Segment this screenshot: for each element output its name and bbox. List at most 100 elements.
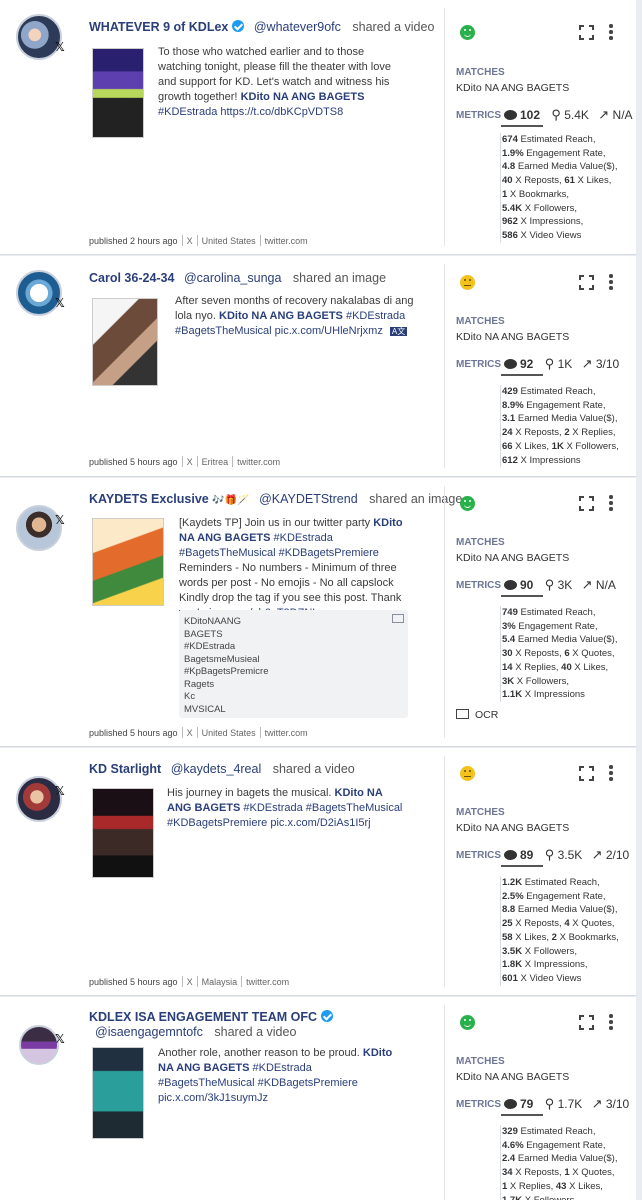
mention-card[interactable]: 𝕏 KD Starlight @kaydets_4real shared a v… bbox=[0, 748, 636, 996]
post-text: His journey in bagets the musical. KDito… bbox=[167, 787, 403, 829]
author-name[interactable]: KD Starlight bbox=[89, 762, 161, 776]
video-thumbnail[interactable] bbox=[92, 788, 154, 878]
post-action: shared an image bbox=[292, 271, 387, 285]
metric-row: 612 X Impressions bbox=[502, 454, 581, 466]
author-handle[interactable]: @whatever9ofc bbox=[254, 20, 341, 34]
matches-label: MATCHES bbox=[456, 67, 505, 78]
expand-icon[interactable] bbox=[579, 496, 594, 511]
metrics-summary: METRICS 79 ⚲ 1.7K ↗ 3/10 bbox=[456, 1096, 630, 1111]
hashtags[interactable]: #KDEstrada bbox=[158, 106, 217, 118]
neutral-sentiment-icon[interactable] bbox=[460, 275, 475, 290]
post-action: shared a video bbox=[214, 1025, 297, 1039]
metric-row: 962 X Impressions, bbox=[502, 216, 584, 228]
source-domain[interactable]: twitter.com bbox=[246, 977, 289, 987]
post-footer: published 2 hours ago X United States twitt… bbox=[89, 235, 308, 246]
mention-card[interactable]: 𝕏 WHATEVER 9 of KDLex @whatever9ofc shar… bbox=[0, 0, 636, 255]
post-content: 𝕏 KD Starlight @kaydets_4real shared a v… bbox=[0, 748, 444, 995]
published-time: published 5 hours ago bbox=[89, 977, 178, 987]
translate-icon[interactable]: A文 bbox=[389, 327, 408, 336]
trend-icon: ↗ bbox=[591, 847, 603, 862]
metric-row: 1.9% Engagement Rate, bbox=[502, 147, 606, 159]
country: Malaysia bbox=[201, 977, 238, 987]
image-thumbnail[interactable] bbox=[92, 518, 164, 606]
metrics-underline bbox=[501, 595, 543, 597]
published-time: published 5 hours ago bbox=[89, 457, 178, 467]
post-header: WHATEVER 9 of KDLex @whatever9ofc shared… bbox=[89, 20, 439, 34]
more-options-icon[interactable] bbox=[608, 764, 614, 782]
positive-sentiment-icon[interactable] bbox=[460, 496, 475, 511]
trend-icon: ↗ bbox=[581, 356, 593, 371]
positive-sentiment-icon[interactable] bbox=[460, 25, 475, 40]
source-domain[interactable]: twitter.com bbox=[237, 457, 280, 467]
author-handle[interactable]: @KAYDETStrend bbox=[259, 492, 358, 506]
mention-card[interactable]: 𝕏 KAYDETS Exclusive 🎶🎁🪄 @KAYDETStrend sh… bbox=[0, 478, 636, 747]
more-options-icon[interactable] bbox=[608, 1013, 614, 1031]
post-link[interactable]: https://t.co/dbKCpVDTS8 bbox=[220, 106, 343, 118]
post-header: Carol 36-24-34 @carolina_sunga shared an… bbox=[89, 271, 439, 285]
author-handle[interactable]: @isaengagemntofc bbox=[95, 1025, 203, 1039]
video-thumbnail[interactable] bbox=[92, 48, 144, 138]
post-link[interactable]: pic.x.com/D2iAs1I5rj bbox=[270, 817, 370, 829]
matches-value: KDito NA ANG BAGETS bbox=[456, 1071, 570, 1083]
ocr-toggle[interactable]: OCR bbox=[456, 709, 498, 721]
post-footer: published 5 hours ago X United States twitt… bbox=[89, 727, 308, 738]
expand-icon[interactable] bbox=[579, 25, 594, 40]
metrics-summary: METRICS 90 ⚲ 3K ↗ N/A bbox=[456, 577, 616, 592]
network-icon: ⚲ bbox=[544, 577, 555, 592]
more-options-icon[interactable] bbox=[608, 494, 614, 512]
more-options-icon[interactable] bbox=[608, 273, 614, 291]
post-link[interactable]: pic.x.com/3kJ1suymJz bbox=[158, 1092, 268, 1104]
trend-icon: ↗ bbox=[598, 107, 610, 122]
more-options-icon[interactable] bbox=[608, 23, 614, 41]
expand-icon[interactable] bbox=[579, 766, 594, 781]
metric-row: 1.8K X Impressions, bbox=[502, 959, 588, 971]
video-thumbnail[interactable] bbox=[92, 1047, 144, 1139]
author-handle[interactable]: @carolina_sunga bbox=[184, 271, 281, 285]
comments-icon bbox=[504, 110, 517, 120]
mention-card[interactable]: 𝕏 KDLEX ISA ENGAGEMENT TEAM OFC @isaenga… bbox=[0, 997, 636, 1200]
positive-sentiment-icon[interactable] bbox=[460, 1015, 475, 1030]
metric-row: 1 X Bookmarks, bbox=[502, 188, 570, 200]
matches-value: KDito NA ANG BAGETS bbox=[456, 331, 570, 343]
x-platform-icon: 𝕏 bbox=[55, 1032, 65, 1046]
image-thumbnail[interactable] bbox=[92, 298, 158, 386]
trend-icon: ↗ bbox=[591, 1096, 603, 1111]
post-text: To those who watched earlier and to thos… bbox=[158, 46, 391, 118]
ocr-text-box: KDitoNAANG BAGETS #KDEstrada BagetsmeMus… bbox=[179, 610, 408, 718]
image-icon bbox=[456, 709, 469, 719]
post-header: KDLEX ISA ENGAGEMENT TEAM OFC @isaengage… bbox=[89, 1010, 439, 1040]
metric-row: 58 X Likes, 2 X Bookmarks, bbox=[502, 931, 619, 943]
source-domain[interactable]: twitter.com bbox=[265, 236, 308, 246]
metrics-list: 329 Estimated Reach, 4.6% Engagement Rate… bbox=[500, 1125, 636, 1200]
expand-icon[interactable] bbox=[579, 275, 594, 290]
author-name[interactable]: Carol 36-24-34 bbox=[89, 271, 174, 285]
platform: X bbox=[186, 977, 193, 987]
metric-row: 8.8 Earned Media Value($), bbox=[502, 904, 618, 916]
neutral-sentiment-icon[interactable] bbox=[460, 766, 475, 781]
avatar[interactable] bbox=[19, 1025, 59, 1065]
country: United States bbox=[201, 728, 256, 738]
metric-row: 4.8 Earned Media Value($), bbox=[502, 161, 618, 173]
avatar[interactable] bbox=[16, 776, 62, 822]
comments-icon bbox=[504, 1099, 517, 1109]
source-domain[interactable]: twitter.com bbox=[265, 728, 308, 738]
expand-icon[interactable] bbox=[579, 1015, 594, 1030]
matches-value: KDito NA ANG BAGETS bbox=[456, 822, 570, 834]
metric-row: 586 X Video Views bbox=[502, 229, 582, 241]
metric-row: 2.5% Engagement Rate, bbox=[502, 890, 606, 902]
post-insights: MATCHES KDito NA ANG BAGETS METRICS 102 ⚲… bbox=[445, 0, 636, 254]
author-name[interactable]: KDLEX ISA ENGAGEMENT TEAM OFC bbox=[89, 1010, 317, 1024]
avatar[interactable] bbox=[16, 505, 62, 551]
metrics-underline bbox=[501, 1114, 543, 1116]
author-handle[interactable]: @kaydets_4real bbox=[171, 762, 262, 776]
mention-card[interactable]: 𝕏 Carol 36-24-34 @carolina_sunga shared … bbox=[0, 256, 636, 477]
metrics-summary: METRICS 89 ⚲ 3.5K ↗ 2/10 bbox=[456, 847, 630, 862]
trend-icon: ↗ bbox=[581, 577, 593, 592]
author-name[interactable]: KAYDETS Exclusive bbox=[89, 492, 209, 506]
metric-row: 429 Estimated Reach, bbox=[502, 386, 596, 397]
post-link[interactable]: pic.x.com/UHleNrjxmz bbox=[275, 325, 383, 337]
author-name[interactable]: WHATEVER 9 of KDLex bbox=[89, 20, 228, 34]
post-insights: MATCHES KDito NA ANG BAGETS METRICS 90 ⚲ … bbox=[445, 478, 636, 746]
post-footer: published 5 hours ago X Eritrea twitter.com bbox=[89, 456, 280, 467]
published-time: published 2 hours ago bbox=[89, 236, 178, 246]
